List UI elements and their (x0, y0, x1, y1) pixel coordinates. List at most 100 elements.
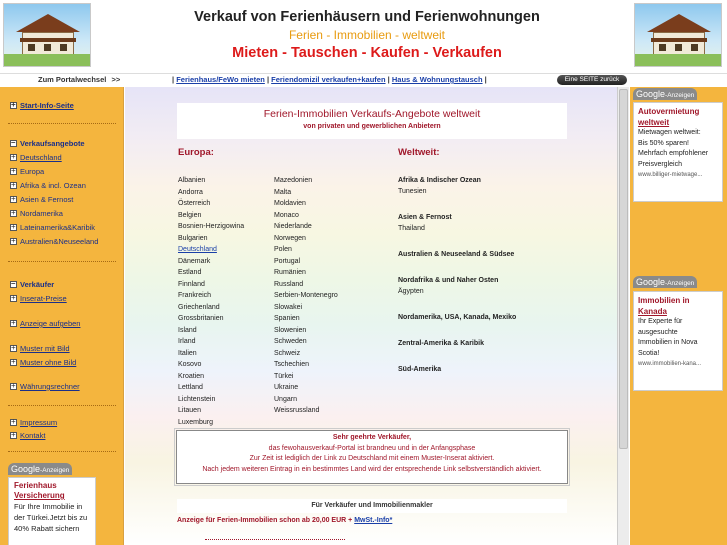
nav-link-sell-buy[interactable]: Feriendomizil verkaufen+kaufen (271, 75, 385, 84)
country-link[interactable]: Spanien (274, 313, 374, 325)
country-link[interactable]: Irland (178, 336, 278, 348)
country-link[interactable]: Finnland (178, 279, 278, 291)
divider (8, 123, 116, 124)
ad-url[interactable]: www.billiger-mietwage... (638, 170, 718, 180)
ad-title[interactable]: Autovermietung weltweit (638, 106, 718, 128)
plus-icon (10, 166, 17, 176)
world-region-name[interactable]: Nordafrika & und Naher Osten (398, 275, 598, 286)
ad-title[interactable]: Immobilien in Kanada (638, 295, 718, 317)
sidebar-section-offers: Verkaufsangebote (10, 138, 85, 148)
country-link[interactable]: Tschechien (274, 359, 374, 371)
vertical-scrollbar[interactable] (617, 87, 629, 545)
sidebar-item-latin-america[interactable]: Lateinamerika&Karibik (10, 222, 95, 232)
world-region-name[interactable]: Afrika & Indischer Ozean (398, 175, 598, 186)
ad-title[interactable]: Ferienhaus Versicherung (14, 481, 90, 501)
world-region-name[interactable]: Australien & Neuseeland & Südsee (398, 249, 598, 260)
ad-text: Bis 50% sparen! (638, 139, 689, 147)
ads-label: -Anzeigen (40, 467, 70, 474)
sidebar-item-start[interactable]: Start-Info-Seite (10, 100, 74, 110)
sidebar-ad[interactable]: Ferienhaus Versicherung Für Ihre Immobili… (8, 477, 96, 545)
world-country: Tunesien (398, 188, 427, 195)
sidebar-item-europe[interactable]: Europa (10, 166, 44, 176)
country-link[interactable]: Island (178, 325, 278, 337)
country-link[interactable]: Bulgarien (178, 233, 278, 245)
sidebar-item-sample-with-image[interactable]: Muster mit Bild (10, 343, 70, 353)
sidebar-item-prices[interactable]: Inserat-Preise (10, 293, 67, 303)
scrollbar-thumb[interactable] (619, 89, 628, 449)
country-link[interactable]: Türkei (274, 371, 374, 383)
world-region[interactable]: Nordafrika & und Naher Osten Ägypten (398, 275, 598, 297)
country-link[interactable]: Polen (274, 244, 374, 256)
sidebar-item-contact[interactable]: Kontakt (10, 430, 45, 440)
plus-icon (10, 222, 17, 232)
country-link[interactable]: Rumänien (274, 267, 374, 279)
sidebar-item-sample-without-image[interactable]: Muster ohne Bild (10, 357, 76, 367)
world-region[interactable]: Australien & Neuseeland & Südsee (398, 249, 598, 260)
country-link[interactable]: Estland (178, 267, 278, 279)
country-link[interactable]: Niederlande (274, 221, 374, 233)
back-button[interactable]: Eine SEITE zurück (557, 75, 627, 85)
country-link[interactable]: Luxemburg (178, 417, 278, 429)
world-region-name[interactable]: Süd-Amerika (398, 364, 598, 375)
sidebar-item-imprint[interactable]: Impressum (10, 417, 57, 427)
world-region-name[interactable]: Asien & Fernost (398, 212, 598, 223)
country-link[interactable]: Kroatien (178, 371, 278, 383)
country-link[interactable]: Slowakei (274, 302, 374, 314)
country-link[interactable]: Dänemark (178, 256, 278, 268)
sidebar-item-africa[interactable]: Afrika & incl. Ozean (10, 180, 86, 190)
world-region[interactable]: Afrika & Indischer Ozean Tunesien (398, 175, 598, 197)
world-region[interactable]: Zentral-Amerika & Karibik (398, 338, 598, 349)
country-link[interactable]: Mazedonien (274, 175, 374, 187)
country-link[interactable]: Malta (274, 187, 374, 199)
sidebar-item-currency-converter[interactable]: Währungsrechner (10, 381, 80, 391)
country-link[interactable]: Litauen (178, 405, 278, 417)
country-link[interactable]: Andorra (178, 187, 278, 199)
country-link[interactable]: Weissrussland (274, 405, 374, 417)
country-link[interactable]: Moldavien (274, 198, 374, 210)
country-link[interactable]: Deutschland (178, 244, 278, 256)
sidebar-item-asia[interactable]: Asien & Fernost (10, 194, 73, 204)
google-ads-badge[interactable]: Google-Anzeigen (633, 88, 698, 100)
sidebar-item-place-ad[interactable]: Anzeige aufgeben (10, 318, 80, 328)
world-region-name[interactable]: Nordamerika, USA, Kanada, Mexiko (398, 312, 598, 323)
world-region[interactable]: Nordamerika, USA, Kanada, Mexiko (398, 312, 598, 323)
country-link[interactable]: Portugal (274, 256, 374, 268)
nav-link-exchange[interactable]: Haus & Wohnungstausch (392, 75, 483, 84)
vat-info-link[interactable]: MwSt.-Info* (354, 517, 392, 524)
google-ads-badge[interactable]: Google-Anzeigen (8, 463, 73, 475)
sidebar-item-germany[interactable]: Deutschland (10, 152, 62, 162)
world-region-name[interactable]: Zentral-Amerika & Karibik (398, 338, 598, 349)
portal-switch-link[interactable]: Zum Portalwechsel >> (38, 75, 120, 84)
country-link[interactable]: Frankreich (178, 290, 278, 302)
plus-icon (10, 180, 17, 190)
country-link[interactable]: Slowenien (274, 325, 374, 337)
country-link[interactable]: Schweiz (274, 348, 374, 360)
country-link[interactable]: Russland (274, 279, 374, 291)
country-link[interactable]: Belgien (178, 210, 278, 222)
right-ad-canada-real-estate[interactable]: Immobilien in Kanada Ihr Experte für ausg… (633, 291, 723, 391)
country-link[interactable]: Serbien-Montenegro (274, 290, 374, 302)
country-link[interactable]: Ukraine (274, 382, 374, 394)
ad-text: Ihr Experte für (638, 318, 683, 325)
world-region[interactable]: Süd-Amerika (398, 364, 598, 375)
world-region[interactable]: Asien & Fernost Thailand (398, 212, 598, 234)
country-link[interactable]: Österreich (178, 198, 278, 210)
country-link[interactable]: Grossbritanien (178, 313, 278, 325)
nav-link-rent[interactable]: Ferienhaus/FeWo mieten (176, 75, 265, 84)
country-link[interactable]: Italien (178, 348, 278, 360)
google-ads-badge[interactable]: Google-Anzeigen (633, 276, 698, 288)
country-link[interactable]: Schweden (274, 336, 374, 348)
country-link[interactable]: Lettland (178, 382, 278, 394)
country-link[interactable]: Norwegen (274, 233, 374, 245)
sidebar-item-north-america[interactable]: Nordamerika (10, 208, 63, 218)
country-link[interactable]: Albanien (178, 175, 278, 187)
ad-url[interactable]: www.immobilien-kana... (638, 359, 718, 369)
country-link[interactable]: Ungarn (274, 394, 374, 406)
right-ad-car-rental[interactable]: Autovermietung weltweit Mietwagen weltwei… (633, 102, 723, 202)
country-link[interactable]: Monaco (274, 210, 374, 222)
sidebar-item-australia[interactable]: Australien&Neuseeland (10, 236, 98, 246)
country-link[interactable]: Kosovo (178, 359, 278, 371)
country-link[interactable]: Griechenland (178, 302, 278, 314)
country-link[interactable]: Bosnien-Herzigowina (178, 221, 278, 233)
country-link[interactable]: Lichtenstein (178, 394, 278, 406)
